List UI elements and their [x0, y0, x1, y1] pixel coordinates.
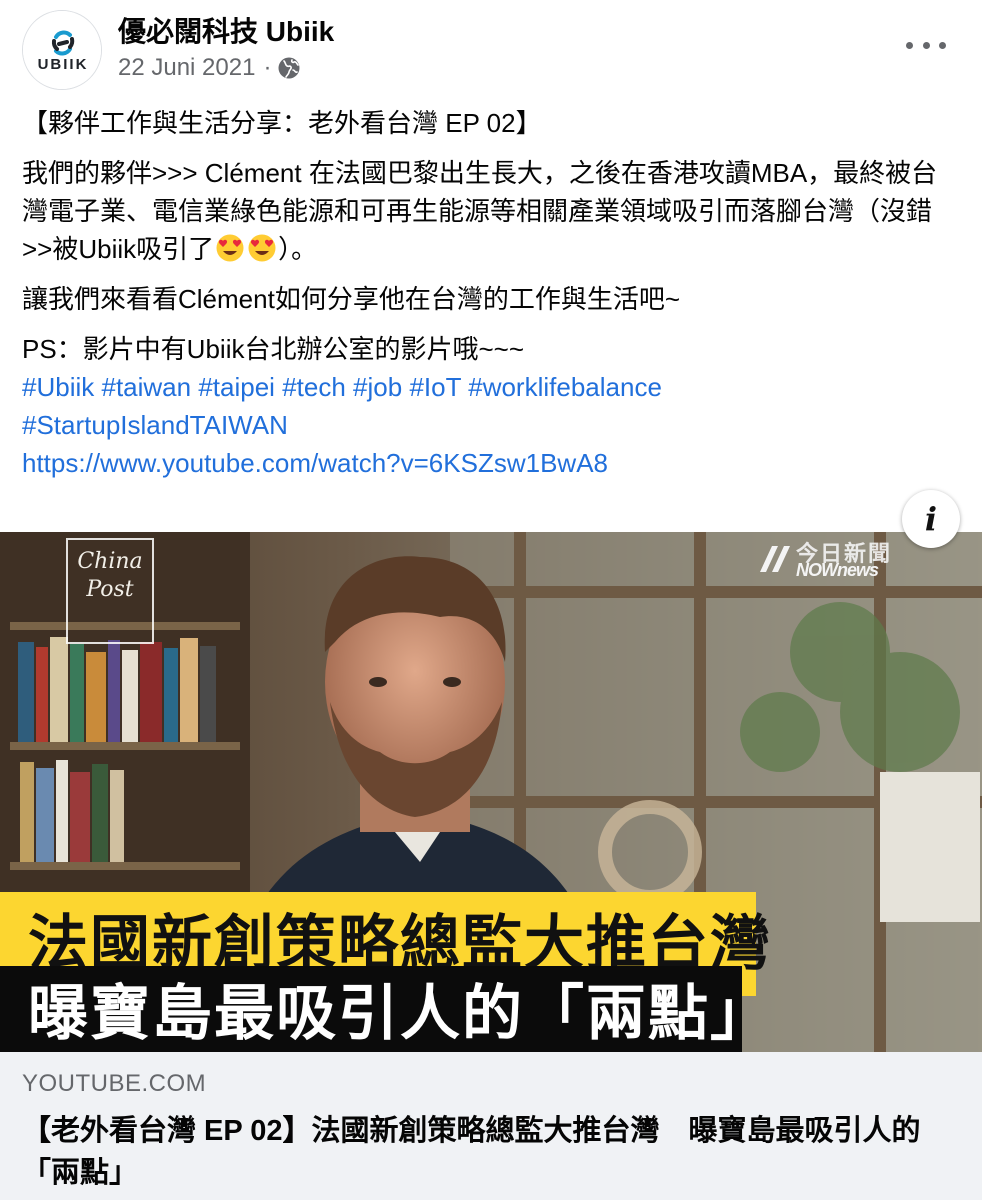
youtube-url-link[interactable]: https://www.youtube.com/watch?v=6KSZsw1B…	[22, 448, 608, 478]
link-domain: YOUTUBE.COM	[22, 1070, 207, 1097]
hashtag-link[interactable]: #job	[353, 372, 402, 402]
hashtag-link[interactable]: #IoT	[409, 372, 461, 402]
thumbnail-caption-line-2: 曝寶島最吸引人的「兩點」	[0, 966, 770, 1052]
post-title: 【夥伴工作與生活分享：老外看台灣 EP 02】	[22, 108, 542, 138]
link-preview-footer[interactable]: YOUTUBE.COM 【老外看台灣 EP 02】法國新創策略總監大推台灣 曝寶…	[0, 1052, 982, 1200]
more-horizontal-icon-dot	[939, 41, 946, 49]
hashtag-link[interactable]: #Ubiik	[22, 372, 94, 402]
link-preview-image[interactable]: China Post 今日新聞 NOWnews 法國新創策略總監大推台灣 曝寶島…	[0, 532, 982, 1052]
more-options-button[interactable]	[906, 30, 946, 60]
post-text: 【夥伴工作與生活分享：老外看台灣 EP 02】 我們的夥伴>>> Clément…	[22, 100, 962, 482]
ubiik-logo: UBIIK	[23, 11, 101, 89]
info-button[interactable]: i	[902, 490, 960, 548]
smiling-face-with-heart-eyes-emoji	[248, 234, 276, 262]
hashtag-link[interactable]: #taiwan	[101, 372, 191, 402]
post-date[interactable]: 22 Juni 2021	[118, 54, 255, 82]
hashtag-link[interactable]: #taipei	[198, 372, 275, 402]
more-horizontal-icon	[906, 41, 913, 49]
china-post-logo: China Post	[66, 538, 154, 644]
post-paragraph-3: PS：影片中有Ubiik台北辦公室的影片哦~~~	[22, 334, 525, 364]
post-header: UBIIK 優必闊科技 Ubiik 22 Juni 2021 ·	[0, 0, 982, 100]
meta-separator: ·	[263, 54, 272, 81]
link-title[interactable]: 【老外看台灣 EP 02】法國新創策略總監大推台灣 曝寶島最吸引人的「兩點」	[22, 1110, 962, 1194]
hashtag-link[interactable]: #worklifebalance	[468, 372, 662, 402]
page-name-link[interactable]: 優必闊科技 Ubiik	[118, 10, 334, 50]
hashtag-link[interactable]: #StartupIslandTAIWAN	[22, 410, 288, 440]
hashtag-list: #Ubiik #taiwan #taipei #tech #job #IoT #…	[22, 368, 962, 482]
info-icon: i	[924, 500, 938, 538]
nownews-logo: 今日新聞 NOWnews	[756, 540, 906, 584]
svg-text:UBIIK: UBIIK	[38, 56, 89, 73]
more-horizontal-icon-dot	[922, 41, 930, 49]
nownews-mark-icon	[760, 546, 790, 572]
smiling-face-with-heart-eyes-emoji	[216, 234, 244, 262]
globe-icon	[278, 57, 300, 79]
post-paragraph-1: 我們的夥伴>>> Clément 在法國巴黎出生長大，之後在香港攻讀MBA，最終…	[22, 158, 938, 264]
post-meta: 22 Juni 2021 ·	[118, 53, 301, 83]
page-avatar[interactable]: UBIIK	[22, 10, 102, 90]
post-paragraph-2: 讓我們來看看Clément如何分享他在台灣的工作與生活吧~	[22, 284, 680, 314]
hashtag-link[interactable]: #tech	[282, 372, 346, 402]
